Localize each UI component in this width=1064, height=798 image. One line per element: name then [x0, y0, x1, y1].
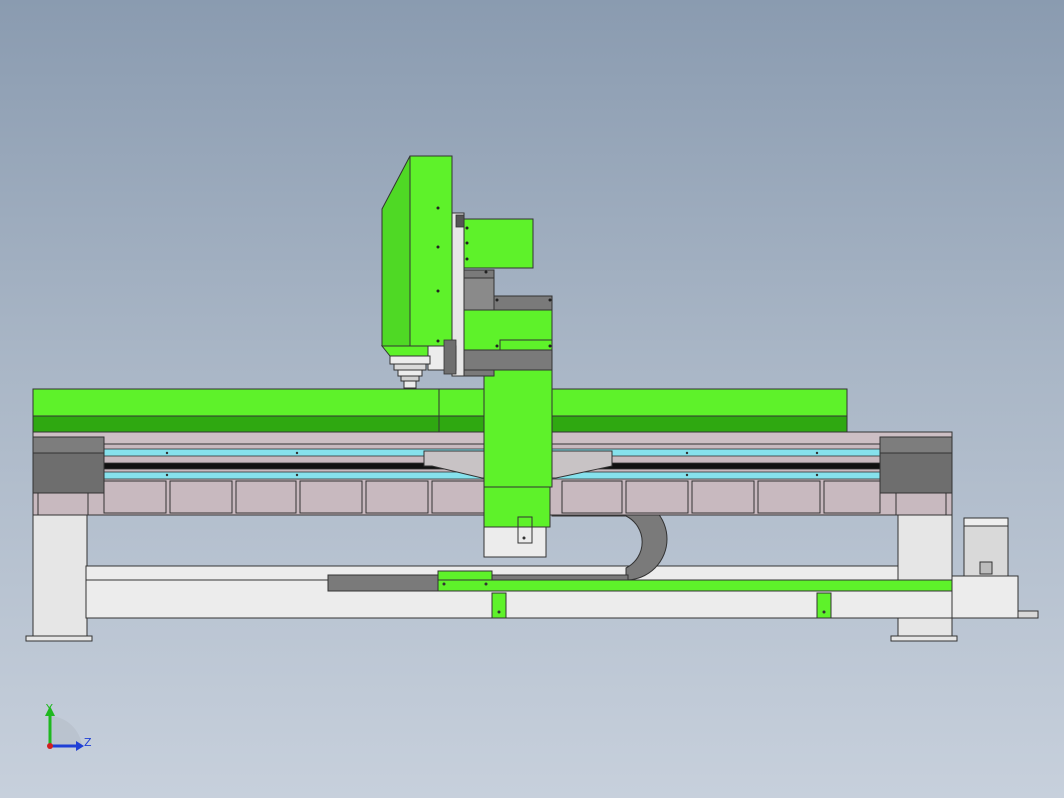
cad-viewport[interactable]: Y Z [0, 0, 1064, 798]
cnc-router-side-view[interactable]: Y Z [0, 0, 1064, 798]
z-axis-label: Z [84, 736, 92, 749]
left-leg [25, 514, 93, 642]
z-column [483, 369, 553, 558]
carriage [453, 269, 553, 377]
drive-motor [951, 517, 1039, 619]
spindle [380, 155, 465, 389]
z-motor-housing [463, 218, 534, 269]
right-leg [890, 514, 958, 642]
table-top [32, 388, 848, 433]
triad-quadrant [50, 716, 82, 746]
axis-origin [47, 743, 53, 749]
y-axis-label: Y [45, 702, 53, 715]
axis-triad: Y Z [45, 702, 92, 751]
